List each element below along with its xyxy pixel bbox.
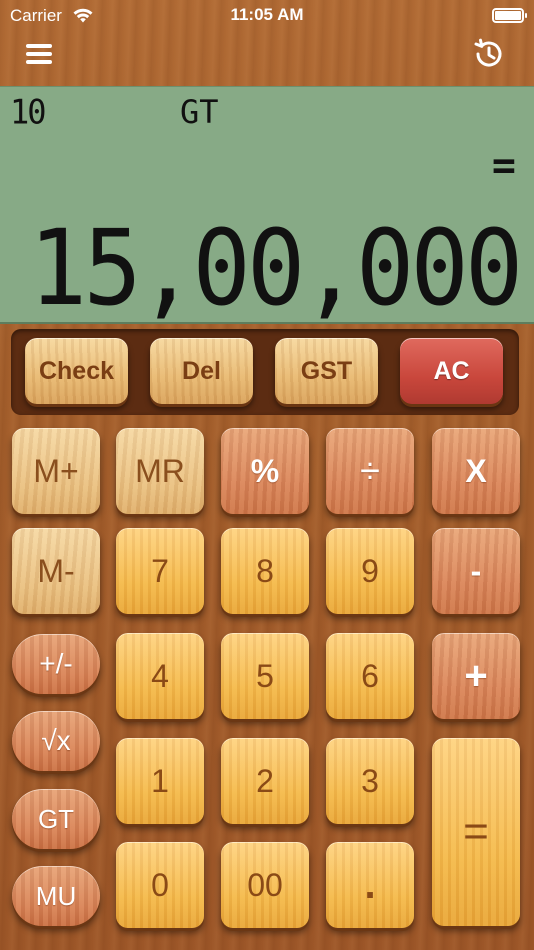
battery-icon: [492, 8, 527, 23]
digit-0-button[interactable]: 0: [116, 842, 204, 928]
grand-total-button[interactable]: GT: [12, 789, 100, 849]
memory-recall-button[interactable]: MR: [116, 428, 204, 514]
function-row: Check Del GST AC: [11, 329, 519, 415]
plus-button[interactable]: +: [432, 633, 520, 719]
menu-icon[interactable]: [26, 42, 54, 66]
check-button[interactable]: Check: [25, 338, 128, 404]
top-bar: [0, 32, 534, 86]
history-icon[interactable]: [472, 38, 506, 70]
equals-button[interactable]: =: [432, 738, 520, 926]
lcd-display: 10 GT = 15,00,000: [0, 86, 534, 329]
multiply-button[interactable]: X: [432, 428, 520, 514]
gst-button[interactable]: GST: [275, 338, 378, 404]
percent-button[interactable]: %: [221, 428, 309, 514]
minus-button[interactable]: -: [432, 528, 520, 614]
delete-button[interactable]: Del: [150, 338, 253, 404]
digit-5-button[interactable]: 5: [221, 633, 309, 719]
all-clear-button[interactable]: AC: [400, 338, 503, 404]
memory-plus-button[interactable]: M+: [12, 428, 100, 514]
digit-1-button[interactable]: 1: [116, 738, 204, 824]
decimal-point-button[interactable]: .: [326, 842, 414, 928]
digit-4-button[interactable]: 4: [116, 633, 204, 719]
digit-7-button[interactable]: 7: [116, 528, 204, 614]
operator-indicator: =: [491, 143, 516, 189]
digit-8-button[interactable]: 8: [221, 528, 309, 614]
digit-6-button[interactable]: 6: [326, 633, 414, 719]
square-root-button[interactable]: √x: [12, 711, 100, 771]
digit-3-button[interactable]: 3: [326, 738, 414, 824]
status-bar: Carrier 11:05 AM: [0, 0, 534, 32]
digit-2-button[interactable]: 2: [221, 738, 309, 824]
divide-button[interactable]: ÷: [326, 428, 414, 514]
markup-button[interactable]: MU: [12, 866, 100, 926]
gt-indicator: GT: [180, 93, 219, 131]
clock: 11:05 AM: [230, 5, 304, 24]
double-zero-button[interactable]: 00: [221, 842, 309, 928]
entry-count: 10: [10, 92, 47, 132]
plus-minus-button[interactable]: +/-: [12, 634, 100, 694]
memory-minus-button[interactable]: M-: [12, 528, 100, 614]
display-value: 15,00,000: [29, 207, 523, 329]
digit-9-button[interactable]: 9: [326, 528, 414, 614]
